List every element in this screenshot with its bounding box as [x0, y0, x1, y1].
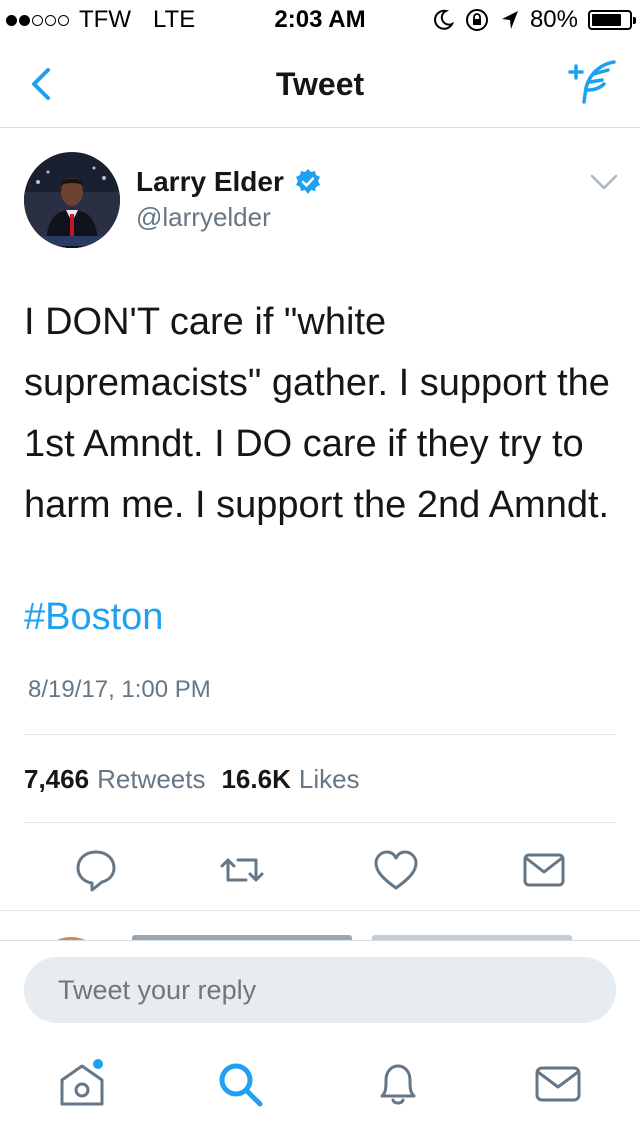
battery-fill [592, 14, 621, 26]
avatar-photo [24, 152, 120, 248]
battery-percent: 80% [529, 6, 578, 33]
reply-input[interactable] [24, 957, 616, 1023]
rotation-lock-icon [465, 9, 488, 31]
direct-message-icon[interactable] [520, 846, 568, 894]
likes-count[interactable]: 16.6K [221, 764, 290, 795]
nav-bar: Tweet [0, 40, 640, 128]
avatar[interactable] [24, 152, 120, 248]
home-icon[interactable] [56, 1058, 108, 1110]
notifications-icon[interactable] [372, 1058, 424, 1110]
retweet-icon[interactable] [218, 846, 266, 894]
status-bar: TFW LTE 2:03 AM 80% [0, 0, 640, 40]
search-icon[interactable] [214, 1058, 266, 1110]
moon-icon [434, 9, 454, 30]
tweet-timestamp: 8/19/17, 1:00 PM [28, 676, 211, 703]
tweet-text: I DON'T care if "white supremacists" gat… [24, 301, 610, 526]
author-row: Larry Elder [136, 166, 322, 198]
tab-bar [0, 1040, 640, 1136]
divider [24, 734, 616, 735]
page-title: Tweet [275, 66, 365, 102]
chevron-left-icon[interactable] [22, 64, 62, 104]
reply-icon[interactable] [72, 846, 120, 894]
location-arrow-icon [501, 11, 518, 29]
retweets-label[interactable]: Retweets [97, 764, 205, 795]
author-name[interactable]: Larry Elder [136, 166, 284, 198]
status-right: 80% [432, 6, 636, 34]
reply-preview[interactable] [0, 910, 640, 940]
like-icon[interactable] [372, 846, 420, 894]
retweets-count[interactable]: 7,466 [24, 764, 89, 795]
tweet-actions [0, 840, 640, 900]
divider [24, 822, 616, 823]
battery-icon [588, 10, 636, 30]
likes-label[interactable]: Likes [299, 764, 360, 795]
chevron-down-icon[interactable] [588, 170, 620, 194]
compose-tweet-icon[interactable] [568, 58, 618, 108]
reply-composer [0, 940, 640, 1036]
verified-badge-icon [295, 169, 320, 194]
tweet-stats: 7,466 Retweets 16.6K Likes [24, 764, 376, 795]
author-handle[interactable]: @larryelder [136, 202, 271, 233]
hashtag-link[interactable]: #Boston [24, 596, 163, 639]
messages-icon[interactable] [532, 1058, 584, 1110]
